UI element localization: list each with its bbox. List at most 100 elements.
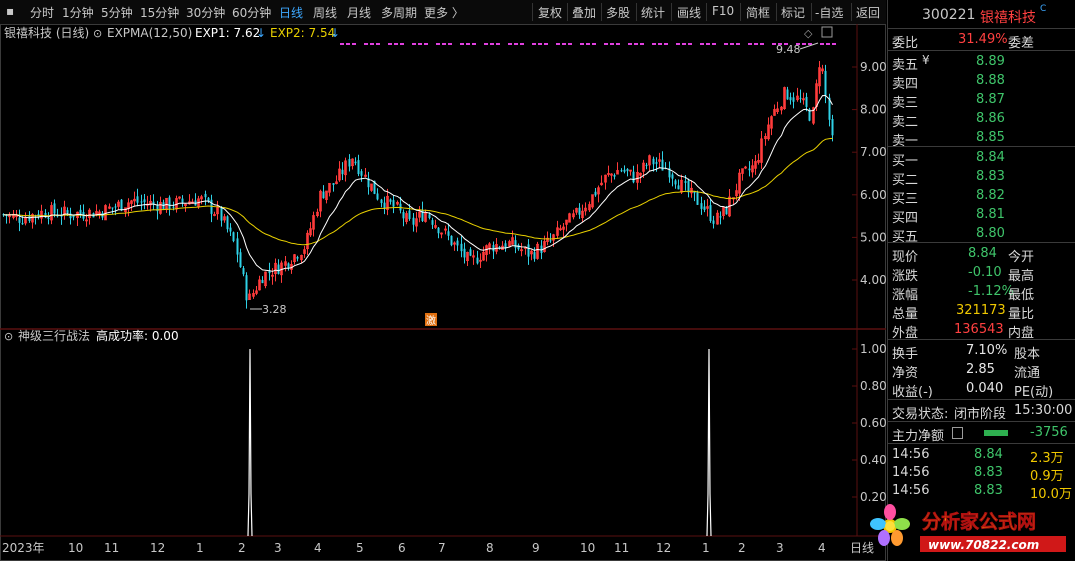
tab-weekly[interactable]: 周线 [313, 4, 337, 21]
candle-body [469, 249, 472, 256]
stat-row: 外盘 136543 内盘 [892, 322, 1035, 341]
statistics-button[interactable]: 统计 [641, 4, 665, 21]
x-axis-label: 10 [68, 541, 83, 555]
candle-body [674, 180, 677, 185]
signal-dot [556, 43, 560, 45]
signal-dot [544, 43, 548, 45]
candle-body [357, 160, 360, 175]
signal-dot [610, 43, 614, 45]
back-button[interactable]: 返回 [856, 4, 880, 21]
candle-body [322, 191, 325, 199]
candle-body [232, 232, 235, 242]
signal-dot [748, 43, 752, 45]
signal-dot [604, 43, 608, 45]
candle-body [792, 97, 795, 102]
signal-dot [676, 43, 680, 45]
tab-multi-period[interactable]: 多周期 [381, 4, 417, 21]
draw-line-button[interactable]: 画线 [677, 4, 701, 21]
candle-body [463, 248, 466, 258]
signal-dot [652, 43, 656, 45]
bid-row: 买四 8.81 [892, 207, 1005, 226]
tab-monthly[interactable]: 月线 [347, 4, 371, 21]
stat-row: 总量 321173 量比 [892, 303, 1035, 322]
candle-body [476, 257, 479, 264]
tab-5min[interactable]: 5分钟 [101, 4, 133, 21]
signal-dot [658, 43, 662, 45]
candlestick-series [2, 60, 834, 309]
candle-body [47, 217, 50, 219]
signal-dot [376, 43, 380, 45]
tab-1min[interactable]: 1分钟 [62, 4, 94, 21]
sub-indicator-title: 神级三行战法 [18, 329, 90, 343]
kline-chart[interactable]: 银禧科技 (日线) ⊙ EXPMA(12,50) EXP1: 7.62 ↓ EX… [0, 24, 886, 561]
ask-row: 卖五 8.89 [892, 54, 1005, 73]
candle-body [632, 171, 635, 183]
restore-rights-button[interactable]: 复权 [538, 4, 562, 21]
stock-name: 银禧科技 [980, 10, 1036, 26]
candle-body [578, 207, 581, 215]
main-flow-bar [984, 430, 1008, 436]
signal-dot [466, 43, 470, 45]
signal-dot [340, 43, 344, 45]
multi-stock-button[interactable]: 多股 [606, 4, 630, 21]
candle-body [332, 183, 335, 185]
candle-body [383, 202, 386, 209]
candle-body [456, 240, 459, 246]
candle-body [527, 244, 530, 257]
f10-button[interactable]: F10 [712, 4, 734, 18]
chart-frame [0, 24, 886, 561]
signal-dot [388, 43, 392, 45]
stat2-row: 换手 7.10% 股本 [892, 343, 1041, 362]
signal-dot [460, 43, 464, 45]
menu-icon[interactable]: ▪ [6, 4, 14, 18]
candle-body [661, 159, 664, 171]
exp2-arrow-icon: ↓ [330, 26, 340, 40]
quote-header: 300221 银禧科技 C [888, 4, 1075, 28]
signal-dot [724, 43, 728, 45]
tab-15min[interactable]: 15分钟 [140, 4, 179, 21]
candle-body [236, 238, 239, 255]
candle-body [66, 210, 69, 213]
candle-body [719, 216, 722, 218]
tab-60min[interactable]: 60分钟 [232, 4, 271, 21]
tab-fenshi[interactable]: 分时 [30, 4, 54, 21]
candle-body [594, 191, 597, 196]
signal-dot [580, 43, 584, 45]
signal-dot [616, 43, 620, 45]
sub-y-tick-label: 0.40 [860, 453, 886, 467]
mark-button[interactable]: 标记 [781, 4, 805, 21]
x-axis-label: 11 [614, 541, 629, 555]
x-axis-label: 1 [702, 541, 710, 555]
signal-dot [400, 43, 404, 45]
candle-body [805, 96, 808, 107]
signal-spike [706, 348, 712, 537]
stat-row: 涨幅 -1.12% 最低 [892, 284, 1035, 303]
tab-more[interactable]: 更多 〉 [424, 4, 464, 21]
candle-body [626, 168, 629, 172]
remove-watchlist-button[interactable]: -自选 [815, 4, 843, 21]
tab-daily[interactable]: 日线 [279, 4, 303, 21]
tick-row: 14:56 8.84 2.3万 [892, 447, 1064, 466]
x-axis-label: 9 [532, 541, 540, 555]
y-tick-label: 7.00 [860, 145, 886, 159]
candle-body [277, 264, 280, 274]
candle-body [143, 199, 146, 203]
price-unit-icon: ¥ [922, 53, 930, 67]
signal-dot [394, 43, 398, 45]
watermark-text: 分析家公式网 [922, 510, 1036, 533]
candle-body [348, 159, 351, 167]
signal-dot [802, 43, 806, 45]
candle-body [684, 181, 687, 183]
bid-row: 买一 8.84 [892, 150, 1005, 169]
candle-body [360, 171, 363, 176]
simple-frame-button[interactable]: 简框 [746, 4, 770, 21]
candle-body [242, 268, 245, 275]
signal-dot [634, 43, 638, 45]
overlay-button[interactable]: 叠加 [572, 4, 596, 21]
tab-30min[interactable]: 30分钟 [186, 4, 225, 21]
signal-dot [664, 43, 668, 45]
signal-dot [832, 43, 836, 45]
candle-body [549, 240, 552, 242]
signal-dot [538, 43, 542, 45]
diamond-icon: ◇ [804, 27, 813, 40]
